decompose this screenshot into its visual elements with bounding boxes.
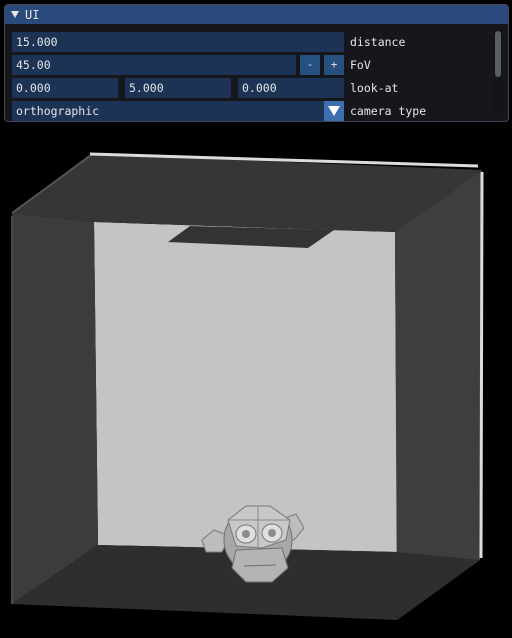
look-at-label: look-at (350, 81, 399, 95)
camera-type-label: camera type (350, 104, 427, 118)
right-wall (395, 170, 482, 620)
left-wall (12, 213, 98, 604)
distance-row: 15.000 distance (12, 32, 405, 52)
right-edge-highlight (479, 171, 484, 559)
scene-canvas (0, 126, 512, 638)
collapse-triangle-icon[interactable] (11, 11, 19, 18)
fov-label: FoV (350, 58, 371, 72)
distance-input[interactable]: 15.000 (12, 32, 344, 52)
look-at-z-input[interactable]: 0.000 (238, 78, 344, 98)
chevron-down-icon[interactable] (324, 101, 344, 121)
ui-window: UI 15.000 distance 45.00 - + FoV 0.000 5… (4, 4, 509, 122)
scrollbar-thumb[interactable] (495, 31, 501, 77)
camera-type-row: orthographic camera type (12, 101, 426, 121)
look-at-y-input[interactable]: 5.000 (125, 78, 231, 98)
look-at-x-input[interactable]: 0.000 (12, 78, 118, 98)
window-title-bar[interactable]: UI (5, 5, 508, 24)
fov-input[interactable]: 45.00 (12, 55, 296, 75)
fov-row: 45.00 - + FoV (12, 55, 371, 75)
fov-decrement-button[interactable]: - (300, 55, 320, 75)
camera-type-combo[interactable]: orthographic (12, 101, 324, 121)
window-title: UI (25, 7, 40, 22)
look-at-row: 0.000 5.000 0.000 look-at (12, 78, 398, 98)
vertical-scrollbar[interactable] (493, 27, 503, 119)
render-viewport[interactable] (0, 126, 512, 638)
back-wall (94, 222, 397, 552)
fov-increment-button[interactable]: + (324, 55, 344, 75)
distance-label: distance (350, 35, 406, 49)
